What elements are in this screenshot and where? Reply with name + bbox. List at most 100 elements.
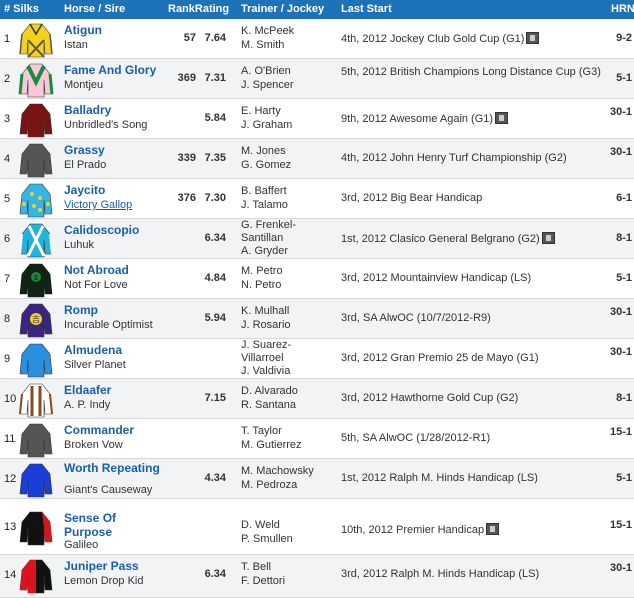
post-number: 4	[4, 153, 11, 165]
sire-name: Incurable Optimist	[64, 319, 153, 331]
last-start-text: 5th, SA AlwOC (1/28/2012-R1)	[341, 432, 491, 444]
post-number: 5	[4, 193, 11, 205]
horse-name-link[interactable]: Commander	[64, 423, 134, 437]
silks-icon	[19, 343, 53, 378]
trainer-jockey: E. Harty J. Graham	[241, 104, 292, 132]
video-replay-icon[interactable]	[486, 523, 500, 535]
silks-icon	[19, 23, 53, 58]
hrn-odds: 5-1	[616, 472, 632, 484]
table-row: 6 Calidoscopio Luhuk 6.34 G. Frenkel-San…	[0, 219, 634, 259]
trainer-jockey: M. Machowsky M. Pedroza	[241, 464, 314, 492]
jockey-name: N. Petro	[241, 279, 282, 291]
silks-icon	[19, 383, 53, 418]
rank-value: 339	[177, 152, 196, 164]
last-start-text: 1st, 2012 Ralph M. Hinds Handicap (LS)	[341, 472, 538, 484]
last-start-text: 3rd, SA AlwOC (10/7/2012-R9)	[341, 312, 491, 324]
horse-name-link[interactable]: Grassy	[64, 143, 105, 157]
hrn-odds: 15-1	[609, 426, 632, 438]
silks-icon	[19, 559, 53, 594]
last-start-text: 1st, 2012 Clasico General Belgrano (G2)	[341, 233, 540, 245]
hrn-odds: 30-1	[609, 306, 632, 318]
jockey-name: M. Smith	[241, 39, 285, 51]
horse-name-link[interactable]: Balladry	[64, 103, 111, 117]
horse-name-link[interactable]: Worth Repeating	[64, 461, 164, 475]
trainer-name: T. Taylor	[241, 425, 282, 437]
header-horse-sire: Horse / Sire	[64, 3, 126, 15]
horse-name-link[interactable]: Atigun	[64, 23, 102, 37]
post-number: 3	[4, 113, 11, 125]
jockey-name: M. Pedroza	[241, 479, 298, 491]
silks-icon: 吉	[19, 303, 53, 338]
table-row: 14 Juniper Pass Lemon Drop Kid 6.34 T. B…	[0, 555, 634, 598]
table-row: 10 Eldaafer A. P. Indy 7.15 D. Alvarado R…	[0, 379, 634, 419]
sire-name: Istan	[64, 39, 88, 51]
horse-name-link[interactable]: Sense Of Purpose	[64, 511, 144, 539]
table-row: 5 Jaycito Victory Gallop 376 7.30 B. Baf…	[0, 179, 634, 219]
horse-name-link[interactable]: Almudena	[64, 343, 122, 357]
post-number: 9	[4, 353, 11, 365]
hrn-odds: 5-1	[616, 72, 632, 84]
rating-value: 7.15	[204, 392, 226, 404]
horse-name-link[interactable]: Fame And Glory	[64, 63, 156, 77]
jockey-name: R. Santana	[241, 399, 297, 411]
post-number: 8	[4, 313, 11, 325]
jockey-name: M. Gutierrez	[241, 439, 302, 451]
rating-value: 4.84	[204, 272, 226, 284]
jockey-name: J. Spencer	[241, 79, 294, 91]
video-replay-icon[interactable]	[526, 32, 540, 44]
trainer-jockey: K. Mulhall J. Rosario	[241, 304, 291, 332]
jockey-name: P. Smullen	[241, 533, 293, 545]
sire-name-link[interactable]: Victory Gallop	[64, 199, 132, 211]
trainer-jockey: K. McPeek M. Smith	[241, 24, 294, 52]
video-replay-icon[interactable]	[541, 232, 555, 244]
post-number: 7	[4, 273, 11, 285]
jockey-name: J. Rosario	[241, 319, 291, 331]
svg-text:$: $	[34, 275, 38, 282]
header-last-start: Last Start	[341, 3, 392, 15]
trainer-name: D. Weld	[241, 519, 280, 531]
header-rank-rating: RankRating	[168, 3, 230, 15]
last-start-text: 5th, 2012 British Champions Long Distanc…	[341, 66, 601, 78]
trainer-name: A. O'Brien	[241, 65, 291, 77]
svg-text:吉: 吉	[32, 315, 40, 324]
silks-icon	[19, 511, 53, 546]
rating-value: 4.34	[204, 472, 226, 484]
rating-value: 5.94	[204, 312, 226, 324]
video-replay-icon[interactable]	[495, 112, 509, 124]
trainer-name: M. Machowsky	[241, 465, 314, 477]
jockey-name: A. Gryder	[241, 245, 289, 257]
table-row: 8 吉 Romp Incurable Optimist 5.94 K. Mulh…	[0, 299, 634, 339]
horse-name-link[interactable]: Jaycito	[64, 183, 105, 197]
trainer-jockey: A. O'Brien J. Spencer	[241, 64, 294, 92]
horse-name-link[interactable]: Eldaafer	[64, 383, 111, 397]
trainer-jockey: T. Taylor M. Gutierrez	[241, 424, 302, 452]
trainer-name: M. Jones	[241, 145, 286, 157]
silks-icon: $	[19, 263, 53, 298]
table-row: 12 Worth Repeating Giant's Causeway 4.34…	[0, 459, 634, 499]
horse-name-link[interactable]: Juniper Pass	[64, 559, 139, 573]
hrn-odds: 30-1	[609, 562, 632, 574]
sire-name: Lemon Drop Kid	[64, 575, 144, 587]
table-header: # Silks Horse / Sire RankRating Trainer …	[0, 0, 634, 19]
hrn-odds: 8-1	[616, 392, 632, 404]
rating-value: 6.34	[204, 232, 226, 244]
sire-name: El Prado	[64, 159, 107, 171]
rating-value: 7.64	[204, 32, 226, 44]
rating-value: 5.84	[204, 112, 226, 124]
horse-name-link[interactable]: Romp	[64, 303, 98, 317]
hrn-odds: 30-1	[609, 106, 632, 118]
rating-value: 7.30	[204, 192, 226, 204]
trainer-jockey: T. Bell F. Dettori	[241, 560, 285, 588]
trainer-name: J. Suarez-Villarroel	[241, 339, 292, 364]
trainer-jockey: M. Petro N. Petro	[241, 264, 283, 292]
silks-icon	[19, 103, 53, 138]
sire-name: Montjeu	[64, 79, 104, 91]
horse-name-link[interactable]: Not Abroad	[64, 263, 129, 277]
rating-value: 7.31	[204, 72, 226, 84]
table-row: 9 Almudena Silver Planet J. Suarez-Villa…	[0, 339, 634, 379]
trainer-name: T. Bell	[241, 561, 271, 573]
horse-name-link[interactable]: Calidoscopio	[64, 223, 139, 237]
rank-value: 57	[183, 32, 196, 44]
table-row: 7 $ Not Abroad Not For Love 4.84 M. Petr…	[0, 259, 634, 299]
post-number: 6	[4, 233, 11, 245]
